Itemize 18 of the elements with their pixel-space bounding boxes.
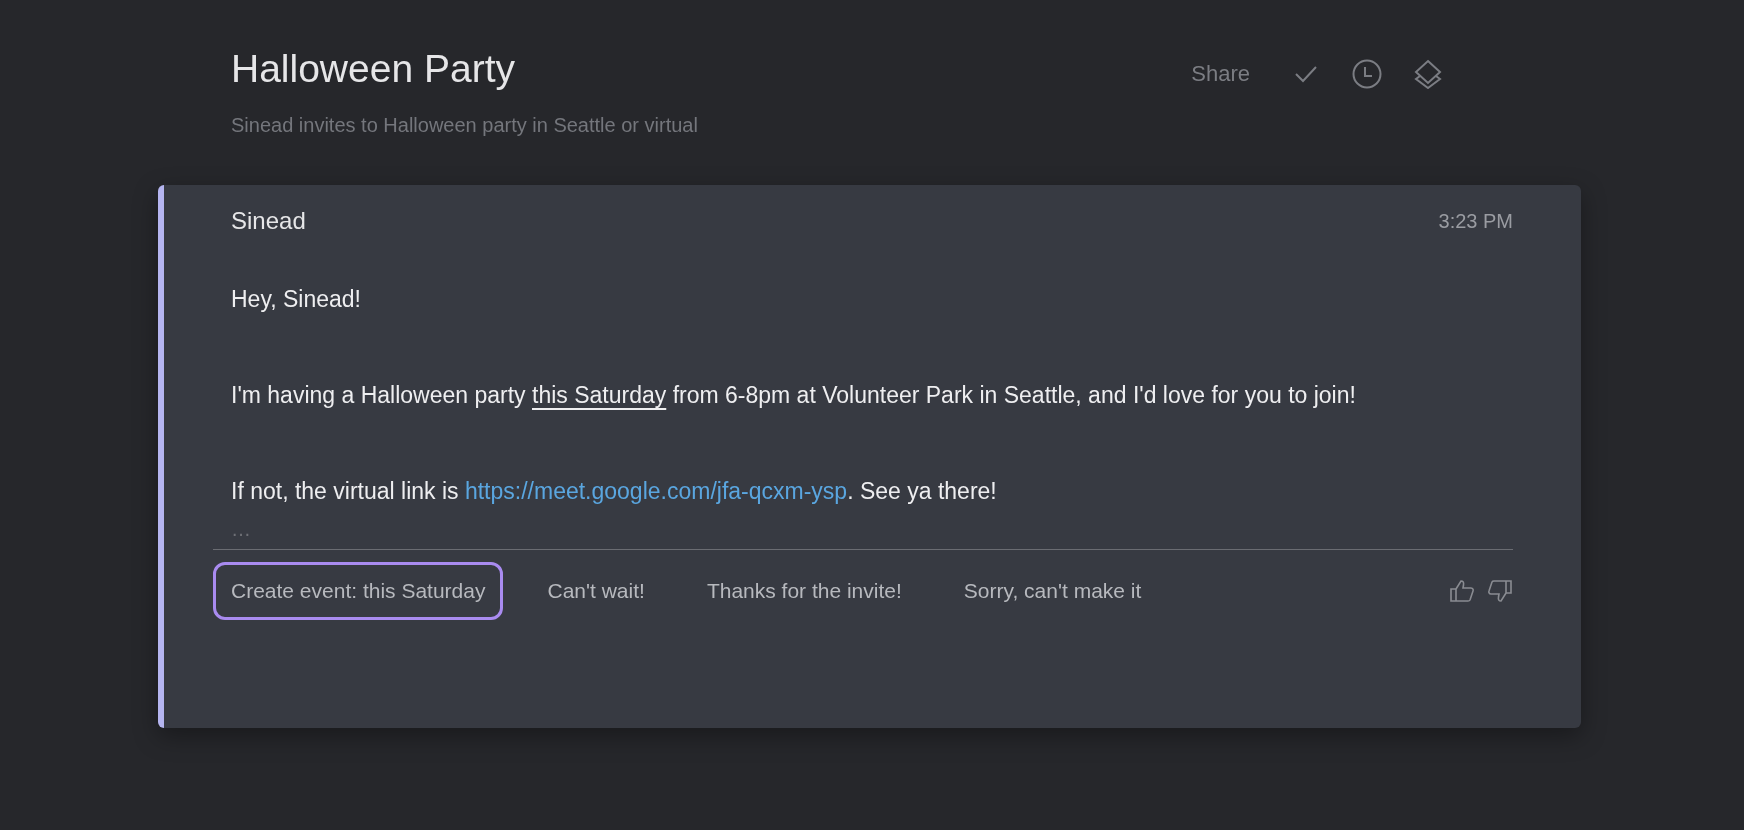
- thumbs-down-icon[interactable]: [1487, 579, 1513, 603]
- message-paragraph: Hey, Sinead!: [231, 285, 362, 314]
- share-button[interactable]: Share: [1191, 61, 1250, 87]
- page-title: Halloween Party: [231, 46, 516, 92]
- reply-suggestion[interactable]: Sorry, can't make it: [945, 562, 1160, 620]
- page-subtitle: Sinead invites to Halloween party in Seattle or virtual: [231, 114, 698, 137]
- layers-icon[interactable]: [1414, 59, 1442, 89]
- url-link[interactable]: https://meet.google.com/jfa-qcxm-ysp: [464, 478, 848, 504]
- reply-suggestion[interactable]: Thanks for the invite!: [688, 562, 920, 620]
- sender-name: Sinead: [231, 207, 306, 235]
- clock-icon[interactable]: [1352, 59, 1382, 89]
- reply-suggestion[interactable]: Create event: this Saturday: [213, 562, 504, 620]
- message-paragraph: If not, the virtual link is https://meet.google.com/jfa-qcxm-ysp. See ya there!: [231, 477, 998, 506]
- date-link[interactable]: this Saturday: [532, 382, 667, 408]
- message-paragraph: I'm having a Halloween party this Saturday from 6-8pm at Volunteer Park in Seattle, and I'd love for you to join!: [231, 381, 1357, 410]
- reply-suggestion[interactable]: Can't wait!: [529, 562, 663, 620]
- message-time: 3:23 PM: [1438, 209, 1513, 233]
- thumbs-up-icon[interactable]: [1449, 579, 1475, 603]
